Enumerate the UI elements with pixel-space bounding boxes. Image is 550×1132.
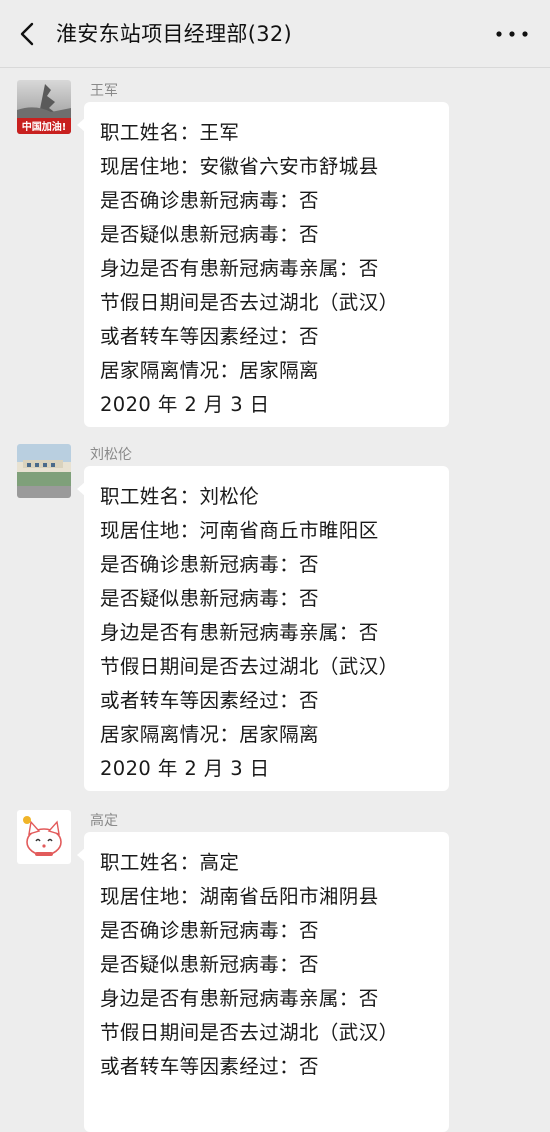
message-line: 或者转车等因素经过：否: [100, 689, 319, 712]
message-line: 是否确诊患新冠病毒：否: [100, 919, 319, 942]
message-line: 现居住地：河南省商丘市睢阳区: [100, 519, 379, 542]
avatar[interactable]: 中国加油!: [17, 80, 71, 134]
sender-name: 高定: [90, 813, 118, 829]
message-line: 居家隔离情况：居家隔离: [100, 723, 319, 746]
message-line: 或者转车等因素经过：否: [100, 1055, 319, 1078]
message-line: 节假日期间是否去过湖北（武汉）: [100, 1021, 399, 1044]
message-line: 是否疑似患新冠病毒：否: [100, 587, 319, 610]
message-line: 节假日期间是否去过湖北（武汉）: [100, 291, 399, 314]
message-line: 居家隔离情况：居家隔离: [100, 359, 319, 382]
chat-title: 淮安东站项目经理部(32): [56, 22, 293, 46]
message-line: 身边是否有患新冠病毒亲属：否: [100, 257, 379, 280]
message-line: 2020 年 2 月 3 日: [100, 757, 270, 780]
message-line: 是否疑似患新冠病毒：否: [100, 953, 319, 976]
sender-name: 刘松伦: [90, 447, 132, 463]
chevron-left-icon[interactable]: [14, 20, 42, 48]
message-bubble[interactable]: 职工姓名：刘松伦 现居住地：河南省商丘市睢阳区 是否确诊患新冠病毒：否 是否疑似…: [77, 466, 449, 791]
message-line: 是否疑似患新冠病毒：否: [100, 223, 319, 246]
avatar[interactable]: [17, 444, 71, 498]
message-line: 是否确诊患新冠病毒：否: [100, 189, 319, 212]
message-line: 节假日期间是否去过湖北（武汉）: [100, 655, 399, 678]
message-bubble[interactable]: 职工姓名：高定 现居住地：湖南省岳阳市湘阴县 是否确诊患新冠病毒：否 是否疑似患…: [77, 832, 449, 1132]
message-line: 现居住地：湖南省岳阳市湘阴县: [100, 885, 379, 908]
message-line: 2020 年 2 月 3 日: [100, 393, 270, 416]
chat-header: 淮安东站项目经理部(32): [0, 0, 550, 68]
message-bubble[interactable]: 职工姓名：王军 现居住地：安徽省六安市舒城县 是否确诊患新冠病毒：否 是否疑似患…: [77, 102, 449, 427]
message-line: 身边是否有患新冠病毒亲属：否: [100, 621, 379, 644]
message-line: 现居住地：安徽省六安市舒城县: [100, 155, 379, 178]
message-line: 或者转车等因素经过：否: [100, 325, 319, 348]
message-line: 是否确诊患新冠病毒：否: [100, 553, 319, 576]
message-line: 职工姓名：王军: [100, 121, 240, 144]
sender-name: 王军: [90, 83, 118, 99]
more-dots-icon[interactable]: [494, 26, 530, 42]
message-line: 职工姓名：刘松伦: [100, 485, 260, 508]
message-line: 身边是否有患新冠病毒亲属：否: [100, 987, 379, 1010]
avatar[interactable]: [17, 810, 71, 864]
svg-text:中国加油!: 中国加油!: [22, 120, 67, 133]
message-line: 职工姓名：高定: [100, 851, 240, 874]
